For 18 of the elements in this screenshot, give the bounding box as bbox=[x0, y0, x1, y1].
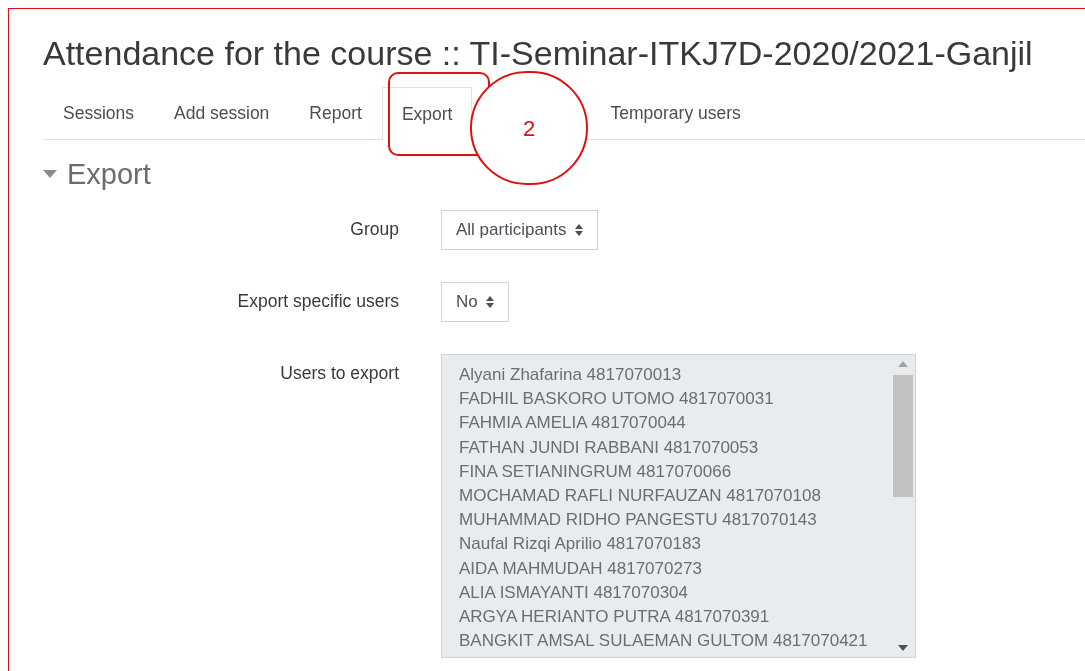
scroll-down-icon bbox=[898, 645, 908, 651]
annotation-number: 2 bbox=[470, 71, 588, 185]
sort-caret-icon bbox=[574, 224, 583, 236]
collapse-caret-icon[interactable] bbox=[43, 170, 57, 178]
page-title: Attendance for the course :: TI-Seminar-ITKJ7D-2020/2021-Ganjil bbox=[43, 33, 1034, 74]
field-label: Export specific users bbox=[236, 290, 399, 313]
nav-tab[interactable]: Export bbox=[381, 87, 473, 140]
sort-caret-icon bbox=[485, 296, 494, 308]
nav-tab[interactable]: Report bbox=[289, 87, 382, 139]
nav-tab[interactable]: Sessions bbox=[43, 87, 154, 139]
select-dropdown[interactable]: All participants bbox=[441, 210, 598, 250]
nav-tab[interactable]: Add session bbox=[154, 87, 290, 139]
field-label: Group bbox=[349, 218, 399, 241]
field-label: Users to export bbox=[279, 362, 399, 385]
scroll-up-icon bbox=[898, 361, 908, 367]
section-heading: Export bbox=[67, 157, 151, 192]
nav-tab[interactable]: Temporary users bbox=[590, 87, 761, 139]
select-dropdown[interactable]: No bbox=[441, 282, 509, 322]
